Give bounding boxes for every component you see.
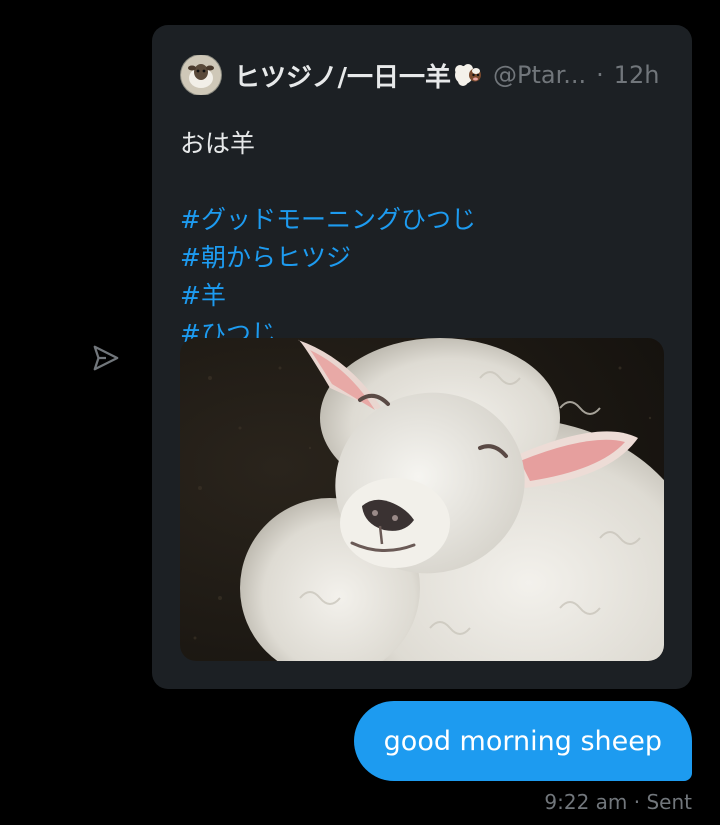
tweet-line: おは羊 <box>180 129 256 158</box>
sent-message-bubble[interactable]: good morning sheep <box>353 701 692 781</box>
tweet-text: おは羊 #グッドモーニングひつじ #朝からヒツジ #羊 #ひつじ <box>180 125 476 353</box>
send-icon[interactable] <box>88 340 124 376</box>
message-meta: 9:22 am · Sent <box>544 790 692 814</box>
hashtag-link[interactable]: #羊 <box>180 277 476 315</box>
sheep-photo[interactable] <box>180 338 664 661</box>
meta-separator: · <box>633 790 641 814</box>
message-time: 9:22 am <box>544 790 628 814</box>
avatar[interactable] <box>180 55 222 95</box>
message-text: good morning sheep <box>383 725 662 757</box>
sheep-emoji-icon <box>453 62 483 88</box>
separator-dot: · <box>596 61 604 89</box>
hashtag-link[interactable]: #グッドモーニングひつじ <box>180 201 476 239</box>
tweet-header: ヒツジノ/一日一羊 @Ptar... · 12h <box>180 55 664 95</box>
message-status: Sent <box>646 790 692 814</box>
tweet-time: 12h <box>613 61 660 89</box>
hashtag-link[interactable]: #朝からヒツジ <box>180 239 476 277</box>
handle[interactable]: @Ptar... <box>493 61 586 89</box>
display-name[interactable]: ヒツジノ/一日一羊 <box>234 57 451 94</box>
quoted-tweet-card[interactable]: ヒツジノ/一日一羊 @Ptar... · 12h おは羊 #グッドモーニングひつ… <box>152 25 692 689</box>
